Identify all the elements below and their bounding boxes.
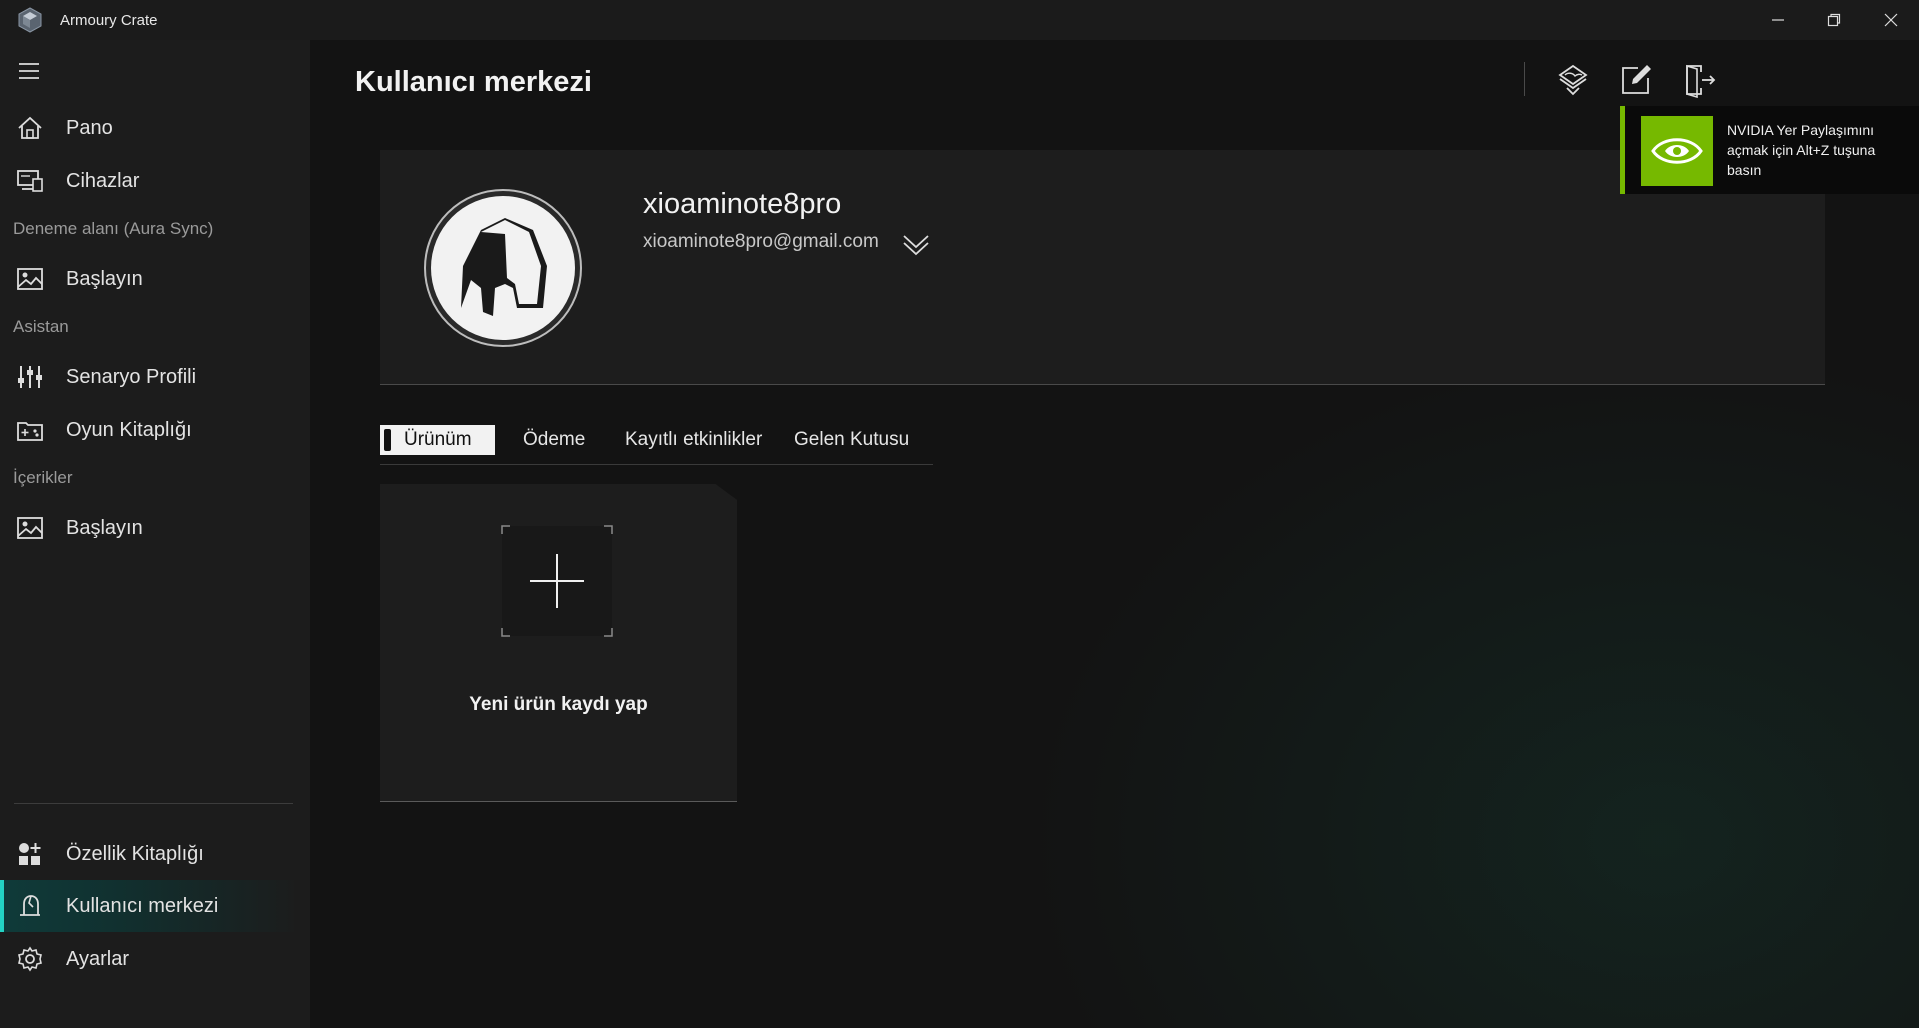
restore-button[interactable] <box>1806 0 1862 40</box>
active-indicator <box>0 880 4 932</box>
section-label-asistan: Asistan <box>13 317 69 336</box>
close-icon <box>1884 13 1898 27</box>
profile-card: xioaminote8pro xioaminote8pro@gmail.com <box>380 150 1825 385</box>
sidebar-item-label: Özellik Kitaplığı <box>66 842 204 865</box>
section-label-aura-sync: Deneme alanı (Aura Sync) <box>13 219 214 238</box>
minimize-icon <box>1772 19 1784 21</box>
section-label-icerikler: İçerikler <box>13 468 73 487</box>
tab-label: Kayıtlı etkinlikler <box>625 429 763 450</box>
minimize-button[interactable] <box>1750 0 1806 40</box>
edit-icon[interactable] <box>1618 62 1654 98</box>
home-icon <box>18 116 42 139</box>
username: xioaminote8pro <box>643 188 842 220</box>
sidebar-item-label: Başlayın <box>66 516 143 539</box>
add-icon <box>501 525 613 637</box>
sliders-icon <box>18 366 42 388</box>
sidebar: Pano Cihazlar Deneme alanı (Aura Sync) B… <box>0 40 310 1028</box>
tab-label: Gelen Kutusu <box>794 429 910 450</box>
devices-icon <box>17 170 43 192</box>
armoury-crate-logo-icon <box>18 7 42 33</box>
logout-icon[interactable] <box>1681 62 1717 98</box>
register-product-card[interactable]: Yeni ürün kaydı yap <box>380 484 737 802</box>
sidebar-item-label: Kullanıcı merkezi <box>66 894 219 917</box>
sidebar-item-cihazlar[interactable]: Cihazlar <box>0 155 300 207</box>
register-product-label: Yeni ürün kaydı yap <box>469 694 648 715</box>
sidebar-item-pano[interactable]: Pano <box>0 102 300 154</box>
sidebar-divider <box>14 803 293 804</box>
sidebar-item-baslayin-icerikler[interactable]: Başlayın <box>0 502 300 554</box>
email-address: xioaminote8pro@gmail.com <box>643 231 879 252</box>
sidebar-item-label: Oyun Kitaplığı <box>66 418 192 441</box>
sidebar-item-label: Ayarlar <box>66 947 129 970</box>
app-title: Armoury Crate <box>60 12 158 29</box>
title-bar: Armoury Crate <box>0 0 1919 40</box>
nvidia-overlay-toast: NVIDIA Yer Paylaşımını açmak için Alt+Z … <box>1620 106 1919 194</box>
hamburger-menu-icon[interactable] <box>16 58 42 84</box>
toast-message: NVIDIA Yer Paylaşımını açmak için Alt+Z … <box>1727 122 1876 178</box>
tab-bar: Ürünüm Ödeme Kayıtlı etkinlikler Gelen K… <box>380 425 933 465</box>
game-library-icon <box>17 422 43 441</box>
sidebar-item-label: Cihazlar <box>66 169 140 192</box>
image-icon <box>17 268 43 290</box>
image-icon <box>17 517 43 539</box>
tab-gelen-kutusu[interactable]: Gelen Kutusu <box>794 425 909 455</box>
close-button[interactable] <box>1863 0 1919 40</box>
sidebar-item-baslayin-aura[interactable]: Başlayın <box>0 253 300 305</box>
tab-active-marker <box>384 429 391 451</box>
sidebar-item-label: Senaryo Profili <box>66 365 197 388</box>
sidebar-item-senaryo-profili[interactable]: Senaryo Profili <box>0 351 300 403</box>
tab-kayitli-etkinlikler[interactable]: Kayıtlı etkinlikler <box>625 425 762 455</box>
tab-label: Ödeme <box>523 429 586 450</box>
user-center-icon <box>20 895 40 916</box>
avatar[interactable] <box>423 188 583 348</box>
sidebar-item-ayarlar[interactable]: Ayarlar <box>0 933 300 985</box>
chevron-down-icon[interactable] <box>901 232 931 256</box>
restore-icon <box>1827 13 1841 27</box>
nvidia-logo-icon <box>1641 116 1713 186</box>
header-divider <box>1524 62 1525 96</box>
sidebar-item-label: Başlayın <box>66 267 143 290</box>
tab-urunum[interactable]: Ürünüm <box>380 425 495 455</box>
rog-member-icon[interactable] <box>1555 62 1591 98</box>
sidebar-item-oyun-kitapligi[interactable]: Oyun Kitaplığı <box>0 404 300 456</box>
tab-odeme[interactable]: Ödeme <box>523 425 585 455</box>
gear-icon <box>18 946 42 972</box>
feature-library-icon <box>19 843 41 865</box>
sidebar-item-kullanici-merkezi[interactable]: Kullanıcı merkezi <box>0 880 300 932</box>
sidebar-item-ozellik-kitapligi[interactable]: Özellik Kitaplığı <box>0 828 300 880</box>
page-title: Kullanıcı merkezi <box>355 66 592 98</box>
tab-label: Ürünüm <box>404 429 472 450</box>
sidebar-item-label: Pano <box>66 116 113 139</box>
